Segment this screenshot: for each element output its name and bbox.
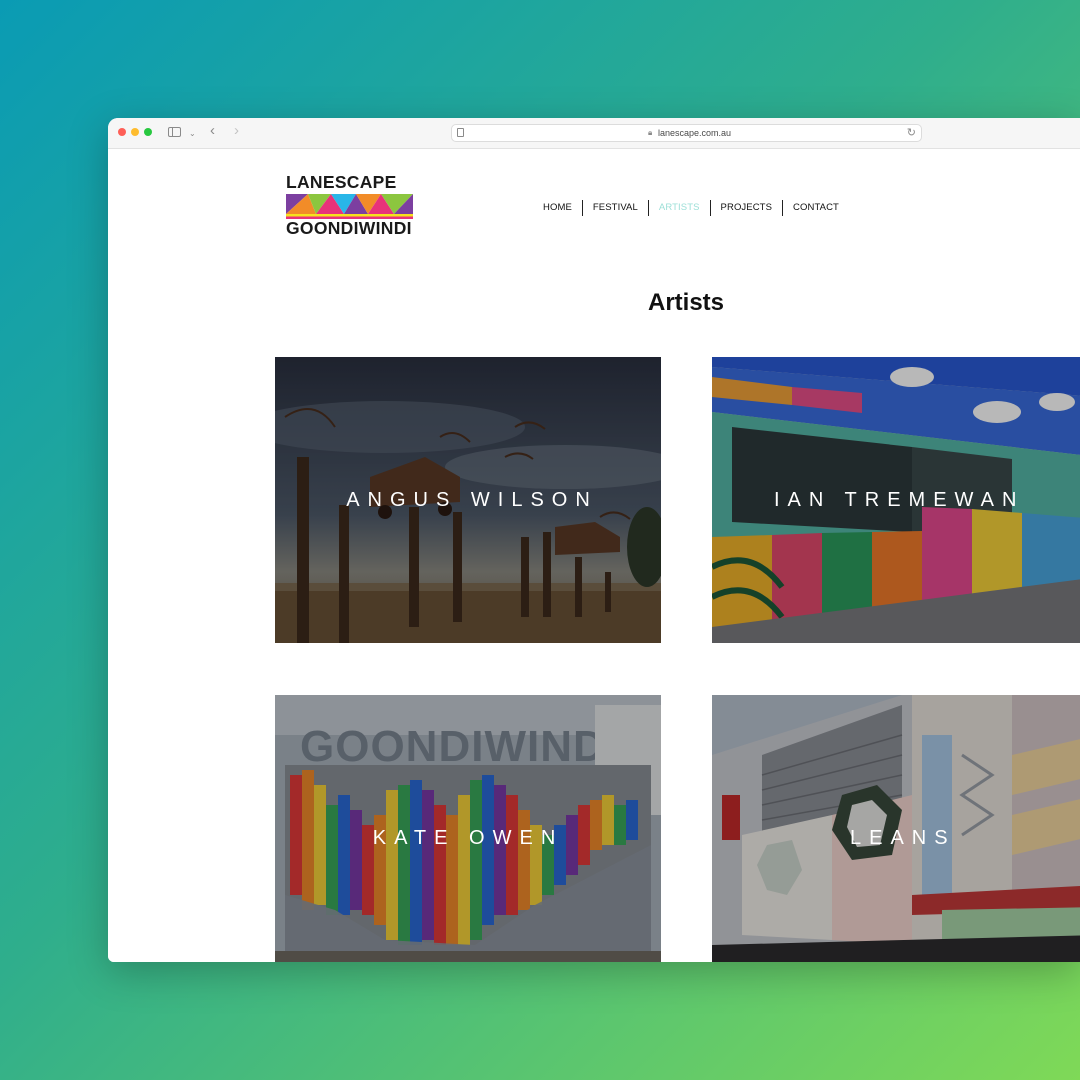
close-window-button[interactable] <box>118 128 126 136</box>
logo-color-band <box>286 194 413 219</box>
sidebar-toggle-icon[interactable] <box>168 127 181 137</box>
reload-icon[interactable]: ↻ <box>907 126 916 139</box>
nav-artists[interactable]: ARTISTS <box>649 200 710 216</box>
nav-projects[interactable]: PROJECTS <box>711 200 782 216</box>
site-logo[interactable]: LANESCAPE GOONDIWINDI <box>286 173 414 237</box>
chevron-down-icon[interactable]: ⌄ <box>189 126 196 142</box>
artist-name: IAN TREMEWAN <box>774 488 1025 511</box>
forward-arrow-icon[interactable]: › <box>234 123 239 139</box>
logo-subtitle: GOONDIWINDI <box>286 218 412 238</box>
address-bar[interactable]: 🔒︎ lanescape.com.au ↻ <box>451 124 922 142</box>
back-arrow-icon[interactable]: ‹ <box>210 123 215 139</box>
zoom-window-button[interactable] <box>144 128 152 136</box>
minimize-window-button[interactable] <box>131 128 139 136</box>
artist-name: KATE OWEN <box>372 826 564 849</box>
web-page: LANESCAPE GOONDIWINDI HOME FESTIVAL ARTI… <box>108 149 1080 962</box>
artist-card-angus-wilson[interactable]: ANGUS WILSON <box>275 357 661 643</box>
nav-festival[interactable]: FESTIVAL <box>583 200 648 216</box>
artist-card-leans[interactable]: LEANS <box>712 695 1080 962</box>
browser-window: ⌄ ‹ › 🔒︎ lanescape.com.au ↻ LANESCAPE GO… <box>108 118 1080 962</box>
page-icon <box>457 128 464 137</box>
artist-card-ian-tremewan[interactable]: IAN TREMEWAN <box>712 357 1080 643</box>
artist-card-kate-owen[interactable]: GOONDIWINDI KATE OWEN <box>275 695 661 962</box>
lock-icon: 🔒︎ <box>648 128 653 137</box>
artist-name: LEANS <box>850 826 956 849</box>
browser-toolbar: ⌄ ‹ › 🔒︎ lanescape.com.au ↻ <box>108 118 1080 149</box>
nav-contact[interactable]: CONTACT <box>783 200 849 216</box>
url-text: lanescape.com.au <box>658 128 732 138</box>
main-nav: HOME FESTIVAL ARTISTS PROJECTS CONTACT <box>533 199 849 217</box>
logo-title: LANESCAPE <box>286 172 397 192</box>
nav-home[interactable]: HOME <box>533 200 582 216</box>
page-title: Artists <box>647 289 725 316</box>
artist-name: ANGUS WILSON <box>346 488 598 511</box>
